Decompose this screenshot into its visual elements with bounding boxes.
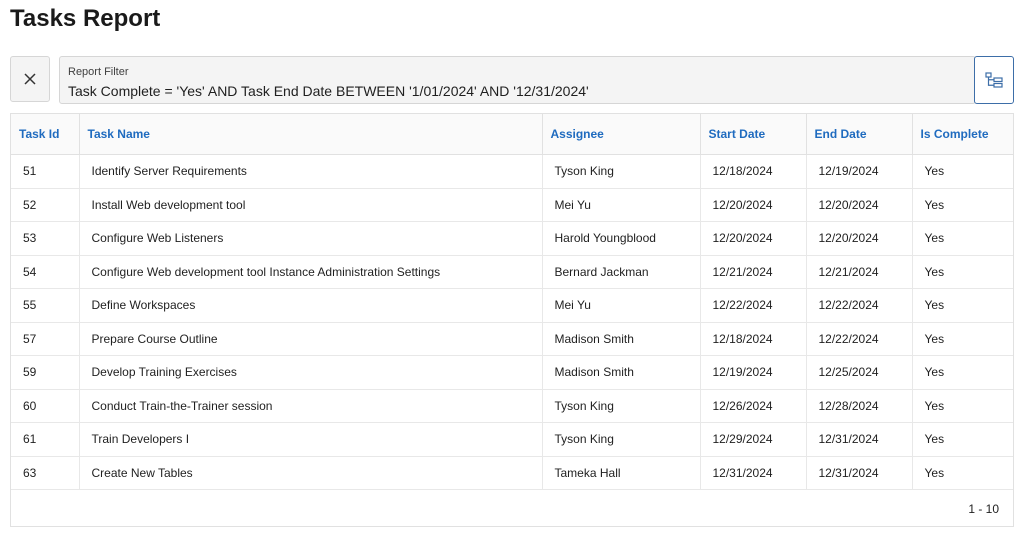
cell-end-date: 12/19/2024 xyxy=(806,154,913,189)
table-row: 53 Configure Web Listeners Harold Youngblo… xyxy=(11,221,1013,256)
column-header-task-id[interactable]: Task Id xyxy=(11,114,80,155)
cell-end-date: 12/21/2024 xyxy=(806,255,913,289)
cell-start-date: 12/20/2024 xyxy=(700,188,807,222)
cell-assignee: Tyson King xyxy=(542,422,701,457)
cell-task-name: Develop Training Exercises xyxy=(79,355,543,390)
cell-assignee: Mei Yu xyxy=(542,288,701,323)
cell-task-name: Create New Tables xyxy=(79,456,543,490)
cell-assignee: Mei Yu xyxy=(542,188,701,222)
cell-end-date: 12/31/2024 xyxy=(806,456,913,490)
cell-task-name: Conduct Train-the-Trainer session xyxy=(79,389,543,423)
cell-end-date: 12/20/2024 xyxy=(806,221,913,256)
cell-end-date: 12/31/2024 xyxy=(806,422,913,457)
cell-task-name: Define Workspaces xyxy=(79,288,543,323)
cell-task-id: 61 xyxy=(11,422,80,457)
cell-start-date: 12/20/2024 xyxy=(700,221,807,256)
cell-start-date: 12/22/2024 xyxy=(700,288,807,323)
tree-view-button[interactable] xyxy=(974,56,1014,104)
cell-is-complete: Yes xyxy=(912,188,1013,222)
table-row: 57 Prepare Course Outline Madison Smith 12/… xyxy=(11,322,1013,356)
tasks-report-grid: Task Id Task Name Assignee Start Date End Da… xyxy=(10,113,1014,527)
cell-is-complete: Yes xyxy=(912,154,1013,189)
cell-is-complete: Yes xyxy=(912,322,1013,356)
cell-assignee: Tameka Hall xyxy=(542,456,701,490)
cell-end-date: 12/20/2024 xyxy=(806,188,913,222)
table-header-row: Task Id Task Name Assignee Start Date End Da… xyxy=(11,114,1013,155)
cell-is-complete: Yes xyxy=(912,389,1013,423)
page-title: Tasks Report xyxy=(10,5,161,32)
table-row: 55 Define Workspaces Mei Yu 12/22/2024 12/22… xyxy=(11,288,1013,323)
cell-is-complete: Yes xyxy=(912,422,1013,457)
cell-is-complete: Yes xyxy=(912,288,1013,323)
table-row: 52 Install Web development tool Mei Yu 12/2… xyxy=(11,188,1013,222)
cell-start-date: 12/26/2024 xyxy=(700,389,807,423)
table-row: 63 Create New Tables Tameka Hall 12/31/2024… xyxy=(11,456,1013,490)
cell-start-date: 12/18/2024 xyxy=(700,322,807,356)
filter-label: Report Filter xyxy=(68,66,129,78)
table-row: 51 Identify Server Requirements Tyson King… xyxy=(11,154,1013,189)
cell-end-date: 12/28/2024 xyxy=(806,389,913,423)
cell-assignee: Bernard Jackman xyxy=(542,255,701,289)
cell-assignee: Harold Youngblood xyxy=(542,221,701,256)
cell-task-id: 54 xyxy=(11,255,80,289)
cell-assignee: Madison Smith xyxy=(542,355,701,390)
cell-task-id: 63 xyxy=(11,456,80,490)
column-header-task-name[interactable]: Task Name xyxy=(79,114,543,155)
column-header-is-complete[interactable]: Is Complete xyxy=(912,114,1013,155)
cell-start-date: 12/29/2024 xyxy=(700,422,807,457)
cell-is-complete: Yes xyxy=(912,221,1013,256)
report-filter[interactable]: Report Filter Task Complete = 'Yes' AND … xyxy=(59,56,976,104)
cell-task-name: Configure Web Listeners xyxy=(79,221,543,256)
cell-task-id: 53 xyxy=(11,221,80,256)
cell-task-id: 51 xyxy=(11,154,80,189)
cell-task-name: Train Developers I xyxy=(79,422,543,457)
cell-task-name: Install Web development tool xyxy=(79,188,543,222)
cell-start-date: 12/18/2024 xyxy=(700,154,807,189)
cell-task-id: 52 xyxy=(11,188,80,222)
filter-expression: Task Complete = 'Yes' AND Task End Date … xyxy=(68,83,589,99)
cell-assignee: Madison Smith xyxy=(542,322,701,356)
cell-assignee: Tyson King xyxy=(542,154,701,189)
cell-task-name: Configure Web development tool Instance … xyxy=(79,255,543,289)
cell-end-date: 12/25/2024 xyxy=(806,355,913,390)
cell-start-date: 12/21/2024 xyxy=(700,255,807,289)
cell-task-name: Identify Server Requirements xyxy=(79,154,543,189)
pagination-range: 1 - 10 xyxy=(968,502,999,516)
table-row: 54 Configure Web development tool Instanc… xyxy=(11,255,1013,289)
table-row: 60 Conduct Train-the-Trainer session Tyson… xyxy=(11,389,1013,423)
close-icon xyxy=(24,73,36,85)
cell-start-date: 12/19/2024 xyxy=(700,355,807,390)
column-header-assignee[interactable]: Assignee xyxy=(542,114,701,155)
cell-start-date: 12/31/2024 xyxy=(700,456,807,490)
clear-filter-button[interactable] xyxy=(10,56,50,102)
report-filter-bar: Report Filter Task Complete = 'Yes' AND … xyxy=(10,56,1014,104)
cell-end-date: 12/22/2024 xyxy=(806,322,913,356)
cell-task-id: 60 xyxy=(11,389,80,423)
cell-is-complete: Yes xyxy=(912,456,1013,490)
cell-task-id: 55 xyxy=(11,288,80,323)
table-row: 61 Train Developers I Tyson King 12/29/2024… xyxy=(11,422,1013,457)
cell-end-date: 12/22/2024 xyxy=(806,288,913,323)
cell-assignee: Tyson King xyxy=(542,389,701,423)
cell-task-name: Prepare Course Outline xyxy=(79,322,543,356)
table-row: 59 Develop Training Exercises Madison Smit… xyxy=(11,355,1013,390)
column-header-end-date[interactable]: End Date xyxy=(806,114,913,155)
tree-view-icon xyxy=(985,72,1003,88)
tasks-table: Task Id Task Name Assignee Start Date End Da… xyxy=(11,114,1013,490)
column-header-start-date[interactable]: Start Date xyxy=(700,114,807,155)
cell-is-complete: Yes xyxy=(912,355,1013,390)
cell-is-complete: Yes xyxy=(912,255,1013,289)
cell-task-id: 57 xyxy=(11,322,80,356)
cell-task-id: 59 xyxy=(11,355,80,390)
